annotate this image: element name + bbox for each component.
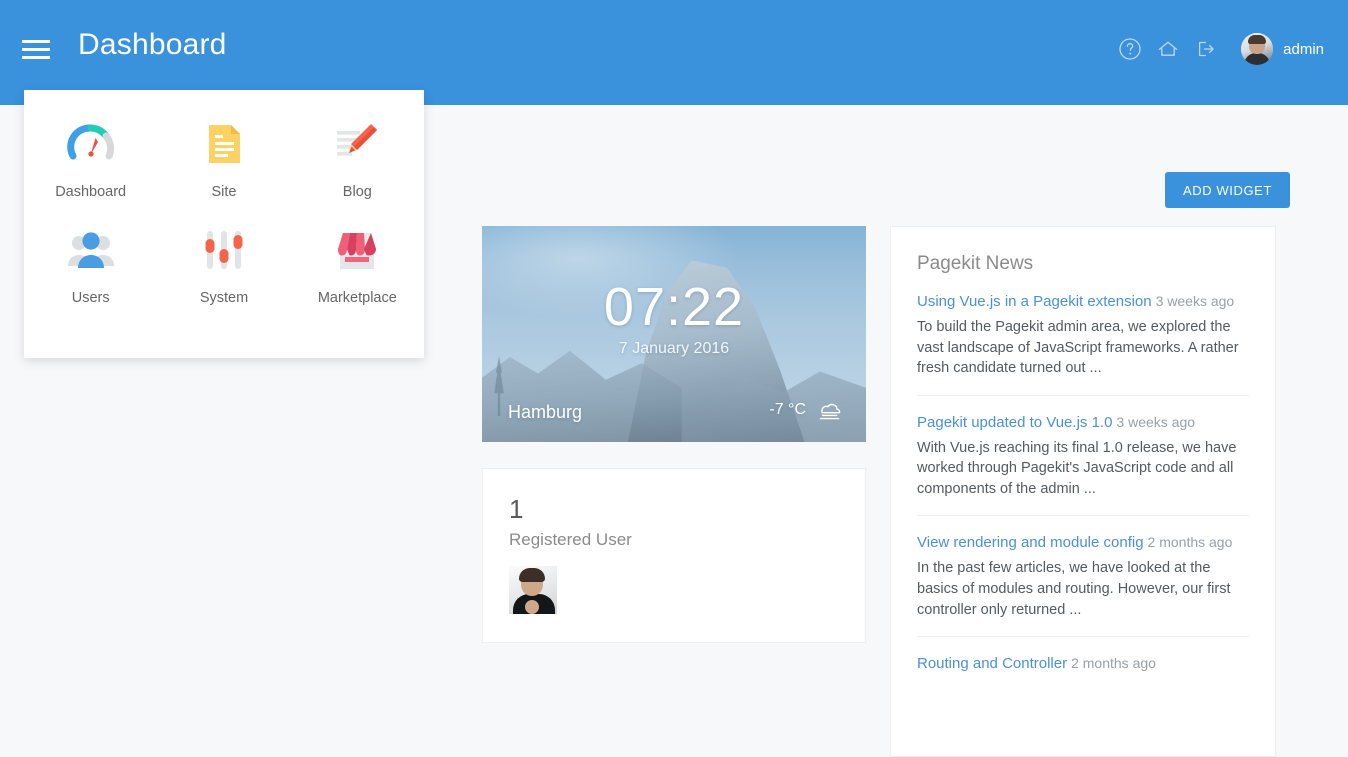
document-icon xyxy=(198,118,250,170)
menu-item-label: Blog xyxy=(342,184,372,200)
menu-item-label: Site xyxy=(211,184,237,200)
news-item: Routing and Controller 2 months ago xyxy=(917,637,1249,673)
menu-item-system[interactable]: System xyxy=(157,218,290,310)
menu-item-label: Dashboard xyxy=(55,184,127,200)
registered-user-count: 1 xyxy=(509,494,524,524)
news-item-heading: Routing and Controller 2 months ago xyxy=(917,655,1249,673)
news-item-excerpt: To build the Pagekit admin area, we expl… xyxy=(917,319,1239,377)
gauge-icon xyxy=(65,118,117,170)
menu-item-site[interactable]: Site xyxy=(157,112,290,204)
news-item-date: 3 weeks ago xyxy=(1116,413,1196,430)
registered-user-label: Registered User xyxy=(509,529,632,549)
sliders-icon xyxy=(198,224,250,276)
home-icon[interactable] xyxy=(1155,36,1181,62)
news-item-heading: Using Vue.js in a Pagekit extension 3 wee… xyxy=(917,293,1249,311)
hamburger-bar xyxy=(22,48,50,51)
news-item-heading: Pagekit updated to Vue.js 1.0 3 weeks ago xyxy=(917,414,1249,432)
news-item: Using Vue.js in a Pagekit extension 3 wee… xyxy=(917,275,1249,396)
news-item: View rendering and module config 2 months… xyxy=(917,516,1249,638)
pencil-icon xyxy=(331,118,383,170)
users-icon xyxy=(65,224,117,276)
menu-item-label: Marketplace xyxy=(317,290,397,306)
menu-item-dashboard[interactable]: Dashboard xyxy=(24,112,157,204)
news-item-excerpt: With Vue.js reaching its final 1.0 relea… xyxy=(917,439,1237,497)
add-widget-row: ADD WIDGET xyxy=(1164,172,1290,208)
news-item-link[interactable]: Pagekit updated to Vue.js 1.0 xyxy=(917,414,1112,431)
pagekit-news-widget: Pagekit News Using Vue.js in a Pagekit e… xyxy=(890,226,1276,757)
menu-item-label: System xyxy=(199,290,249,306)
menu-item-users[interactable]: Users xyxy=(24,218,157,310)
logout-icon[interactable] xyxy=(1193,36,1219,62)
news-item-link[interactable]: Routing and Controller xyxy=(917,655,1067,672)
header-left-group: Dashboard xyxy=(0,0,227,63)
page-title: Dashboard xyxy=(78,28,227,61)
shop-icon xyxy=(331,224,383,276)
clock-date: 7 January 2016 xyxy=(618,340,730,357)
add-widget-button[interactable]: ADD WIDGET xyxy=(1164,172,1290,208)
registered-users-widget: 1 Registered User xyxy=(482,468,866,643)
clock-time: 07:22 xyxy=(603,277,745,337)
weather-city: Hamburg xyxy=(508,402,583,422)
cloud-fog-icon xyxy=(819,403,841,420)
news-item-date: 3 weeks ago xyxy=(1155,293,1235,309)
user-thumbnail-hair xyxy=(519,567,545,582)
news-item-heading: View rendering and module config 2 months… xyxy=(917,534,1249,552)
user-thumbnail-hand xyxy=(525,599,539,614)
menu-item-label: Users xyxy=(71,290,110,306)
menu-item-marketplace[interactable]: Marketplace xyxy=(291,218,424,310)
news-item-link[interactable]: Using Vue.js in a Pagekit extension xyxy=(917,293,1152,310)
avatar xyxy=(1241,33,1274,65)
menu-item-blog[interactable]: Blog xyxy=(291,112,424,204)
weather-temperature: -7 °C xyxy=(769,401,806,418)
hamburger-icon[interactable] xyxy=(22,37,50,59)
main-menu-dropdown: Dashboard Site Blog Users System Marketp… xyxy=(24,90,424,358)
news-item-link[interactable]: View rendering and module config xyxy=(917,534,1144,551)
user-menu[interactable]: admin xyxy=(1241,33,1324,65)
news-panel-title: Pagekit News xyxy=(917,253,1034,274)
news-item: Pagekit updated to Vue.js 1.0 3 weeks ago… xyxy=(917,396,1249,517)
widget-column-right: Pagekit News Using Vue.js in a Pagekit e… xyxy=(890,226,1276,757)
news-item-date: 2 months ago xyxy=(1071,655,1156,672)
news-item-date: 2 months ago xyxy=(1147,534,1233,551)
widget-column-left: 07:22 7 January 2016 Hamburg -7 °C 1 Reg… xyxy=(482,226,866,643)
avatar-hair xyxy=(1248,35,1267,44)
weather-widget: 07:22 7 January 2016 Hamburg -7 °C xyxy=(482,226,866,442)
hamburger-bar xyxy=(22,40,50,43)
help-icon[interactable] xyxy=(1117,36,1143,62)
header-right-group: admin xyxy=(1117,33,1324,65)
admin-username: admin xyxy=(1283,40,1324,58)
menu-grid: Dashboard Site Blog Users System Marketp… xyxy=(24,112,424,310)
user-thumbnail[interactable] xyxy=(509,565,557,614)
hamburger-bar xyxy=(22,56,50,59)
weather-temperature-group: -7 °C xyxy=(769,399,842,421)
news-item-excerpt: In the past few articles, we have looked… xyxy=(917,560,1231,618)
